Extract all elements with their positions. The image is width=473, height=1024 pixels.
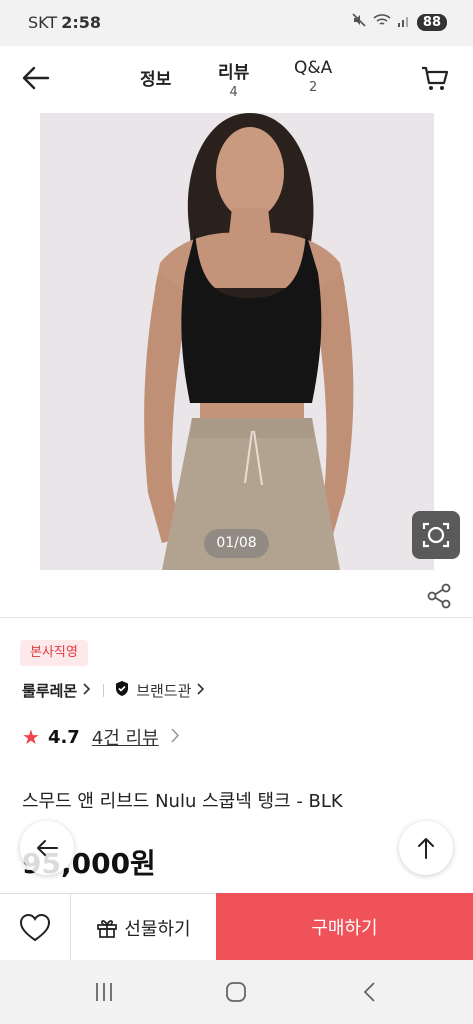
tab-review[interactable]: 리뷰 4: [218, 58, 249, 100]
mute-icon: [351, 12, 367, 32]
back-button[interactable]: [20, 62, 52, 94]
buy-button[interactable]: 구매하기: [216, 893, 473, 961]
share-icon: [427, 583, 451, 609]
status-bar: SKT 2:58 88: [0, 0, 473, 46]
chevron-right-icon: [171, 727, 180, 748]
carrier: SKT: [28, 13, 58, 32]
back-arrow-icon: [37, 840, 58, 856]
wifi-icon: [373, 12, 391, 32]
gift-button[interactable]: 선물하기: [71, 894, 216, 961]
divider: [103, 684, 105, 697]
heart-icon: [19, 913, 51, 941]
star-icon: ★: [22, 725, 40, 749]
share-button[interactable]: [425, 582, 453, 610]
signal-icon: [397, 13, 411, 32]
chevron-right-icon: [83, 682, 91, 699]
recent-apps-icon[interactable]: [92, 980, 116, 1008]
brand-hall-link[interactable]: 브랜드관: [136, 680, 191, 701]
section-divider: [0, 617, 473, 618]
clock: 2:58: [61, 13, 101, 32]
home-icon[interactable]: [224, 980, 248, 1008]
product-title: 스무드 앤 리브드 Nulu 스쿱넥 탱크 - BLK: [22, 791, 343, 812]
official-store-badge: 본사직영: [20, 640, 88, 666]
system-nav-bar: [0, 960, 473, 1024]
brand-link[interactable]: 룰루레몬: [22, 680, 77, 701]
shield-check-icon: [114, 680, 130, 701]
back-arrow-icon: [22, 66, 50, 90]
image-pager: 01/08: [204, 529, 269, 558]
tab-info[interactable]: 정보: [140, 65, 171, 90]
lens-search-button[interactable]: [412, 511, 460, 559]
gift-icon: [97, 919, 118, 938]
rating-value: 4.7: [47, 726, 80, 748]
chevron-right-icon: [197, 682, 205, 699]
battery-indicator: 88: [416, 13, 447, 31]
review-count-link[interactable]: 4건 리뷰: [92, 724, 159, 750]
cart-icon: [422, 66, 449, 90]
rating-row: ★ 4.7 4건 리뷰: [22, 724, 180, 750]
product-header: 정보 리뷰 4 Q&A 2: [0, 46, 473, 110]
wishlist-button[interactable]: [0, 894, 71, 961]
cart-button[interactable]: [419, 62, 451, 94]
scroll-top-button[interactable]: [399, 821, 453, 875]
brand-row: 룰루레몬 브랜드관: [22, 680, 205, 701]
gift-label: 선물하기: [124, 918, 191, 940]
lens-search-icon: [422, 522, 450, 548]
product-image[interactable]: [40, 113, 434, 570]
arrow-up-icon: [418, 838, 434, 859]
bottom-action-bar: 선물하기 구매하기: [0, 893, 473, 961]
tab-qa[interactable]: Q&A 2: [294, 58, 332, 95]
system-back-icon[interactable]: [358, 980, 382, 1008]
floating-back-button[interactable]: [20, 821, 74, 875]
